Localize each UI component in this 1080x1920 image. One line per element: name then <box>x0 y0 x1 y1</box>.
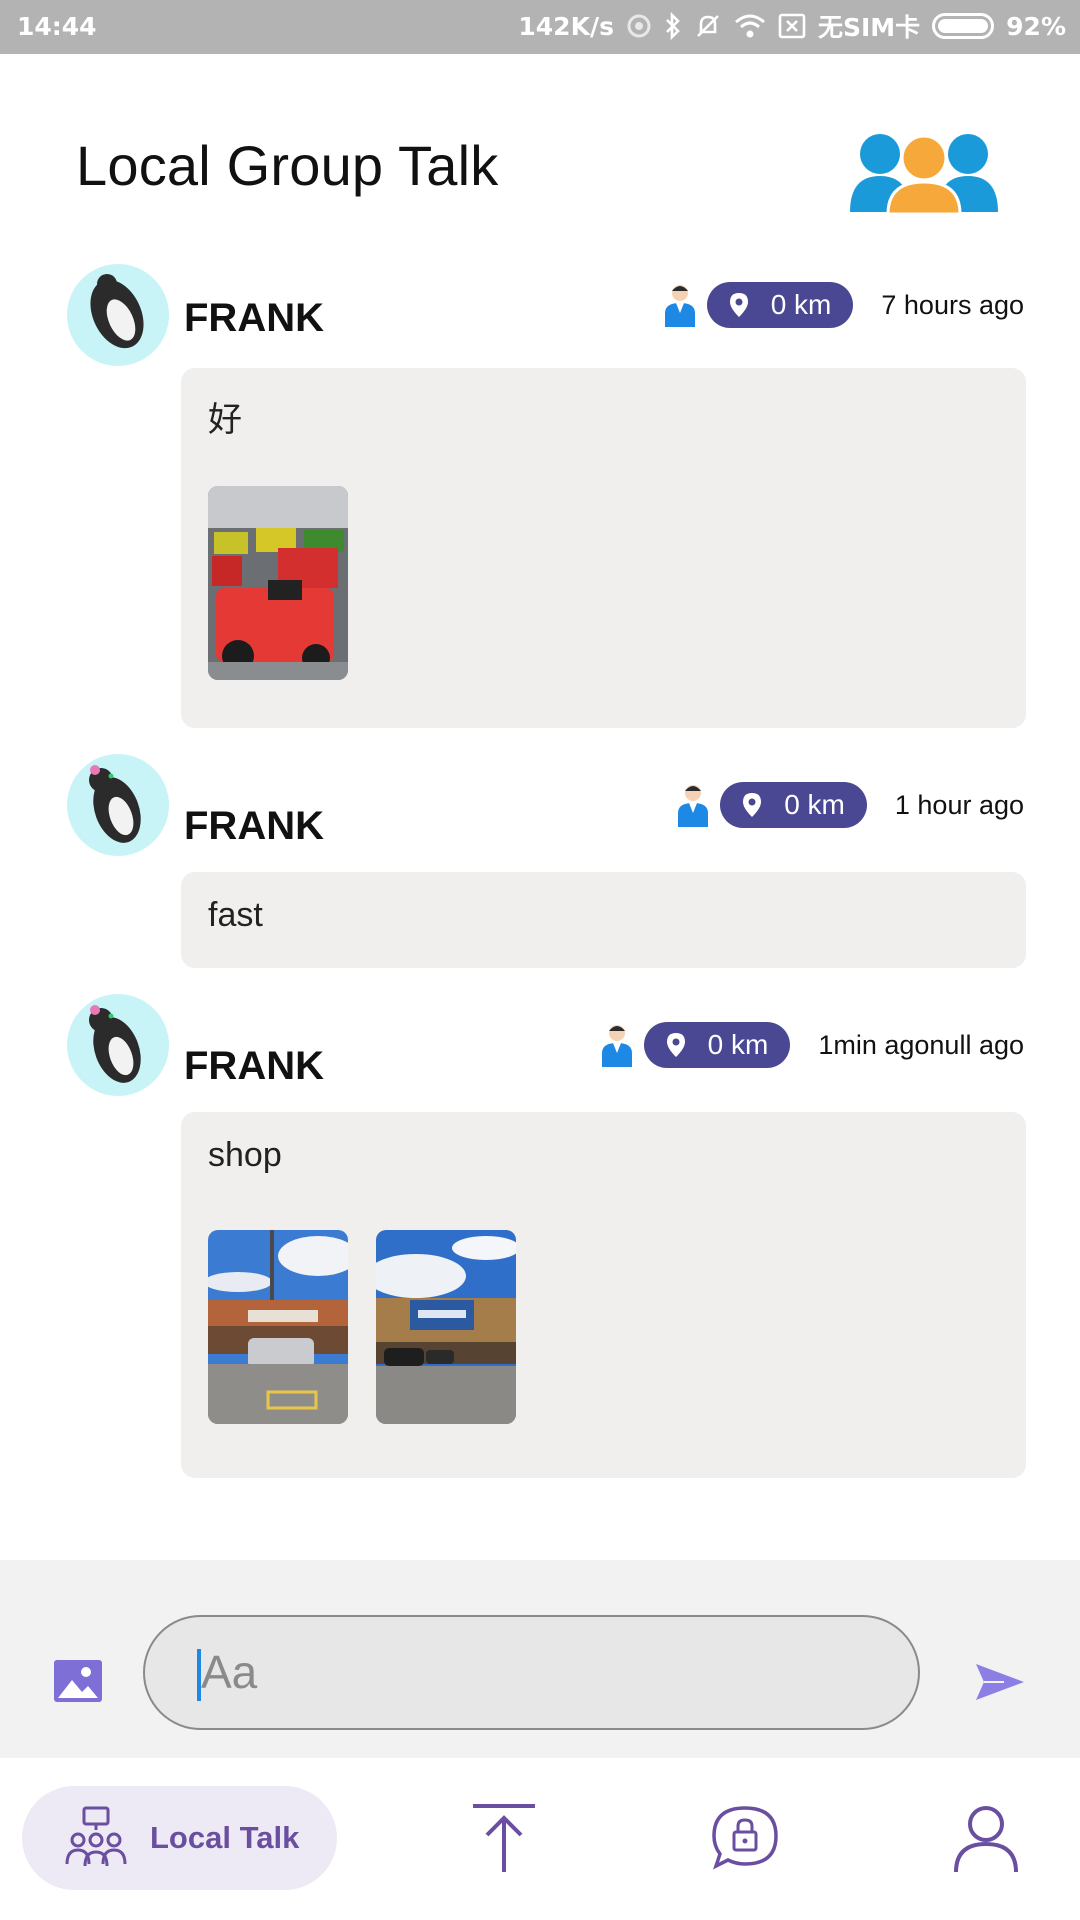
bluetooth-icon <box>664 12 682 40</box>
bottom-nav: Local Talk <box>0 1758 1080 1920</box>
message-item[interactable]: FRANK 0 km 1min agonull ago shop <box>0 994 1080 1478</box>
group-icon <box>65 1806 127 1867</box>
no-sim-icon <box>778 13 806 39</box>
distance-label: 0 km <box>770 289 832 320</box>
mute-icon <box>694 12 722 40</box>
location-pin-icon <box>729 293 748 317</box>
group-people-icon <box>848 132 1000 216</box>
page-title: Local Group Talk <box>76 134 499 197</box>
message-text: fast <box>208 896 263 934</box>
distance-label: 0 km <box>784 789 845 820</box>
battery-level: 92% <box>1006 11 1066 41</box>
input-placeholder: Aa <box>201 1646 258 1698</box>
time-ago: 1 hour ago <box>894 789 1024 820</box>
nav-item-label: Local Talk <box>150 1820 300 1855</box>
location-pin-icon <box>743 793 762 817</box>
user-icon <box>601 1025 632 1067</box>
store-parking-photo[interactable] <box>208 1230 348 1424</box>
nav-item-local-talk[interactable]: Local Talk <box>22 1786 337 1890</box>
time-ago: 1min agonull ago <box>818 1029 1024 1060</box>
lawn-tractors-photo[interactable] <box>208 486 348 680</box>
sender-name: FRANK <box>184 1044 324 1088</box>
status-time: 14:44 <box>17 12 97 41</box>
profile-icon[interactable] <box>951 1802 1021 1874</box>
avatar[interactable] <box>67 994 169 1096</box>
send-icon[interactable] <box>974 1660 1026 1704</box>
message-item[interactable]: FRANK 0 km 1 hour ago fast <box>0 754 1080 968</box>
hotspot-icon <box>626 13 652 39</box>
time-ago: 7 hours ago <box>881 289 1024 320</box>
message-input[interactable]: Aa <box>143 1615 920 1730</box>
upload-icon[interactable] <box>469 1802 539 1874</box>
message-text: 好 <box>208 401 242 439</box>
walmart-storefront-photo[interactable] <box>376 1230 516 1424</box>
message-meta: 0 km 7 hours ago <box>663 282 1024 328</box>
network-speed: 142K/s <box>518 11 614 41</box>
message-meta: 0 km 1 hour ago <box>676 782 1024 828</box>
distance-badge: 0 km <box>643 1022 791 1068</box>
message-bubble[interactable]: fast <box>181 872 1026 968</box>
carrier-label: 无SIM卡 <box>817 13 921 42</box>
message-meta: 0 km 1min agonull ago <box>600 1022 1024 1068</box>
distance-badge: 0 km <box>706 282 854 328</box>
sender-name: FRANK <box>184 804 324 848</box>
location-pin-icon <box>666 1033 685 1057</box>
wifi-icon <box>734 13 766 39</box>
private-chat-lock-icon[interactable] <box>710 1802 780 1874</box>
message-bubble[interactable]: shop <box>181 1112 1026 1478</box>
message-bubble[interactable]: 好 <box>181 368 1026 728</box>
message-text: shop <box>208 1136 282 1174</box>
user-icon <box>678 785 709 827</box>
message-composer: Aa <box>0 1560 1080 1758</box>
avatar[interactable] <box>67 754 169 856</box>
user-icon <box>664 285 695 327</box>
distance-badge: 0 km <box>720 782 867 828</box>
battery-icon <box>932 13 995 39</box>
status-bar: 14:44 142K/s 无SIM卡 92% <box>0 0 1080 54</box>
message-item[interactable]: FRANK 0 km 7 hours ago 好 <box>0 264 1080 730</box>
distance-label: 0 km <box>707 1029 769 1060</box>
avatar[interactable] <box>67 264 169 366</box>
sender-name: FRANK <box>184 296 324 340</box>
image-icon[interactable] <box>54 1660 102 1702</box>
